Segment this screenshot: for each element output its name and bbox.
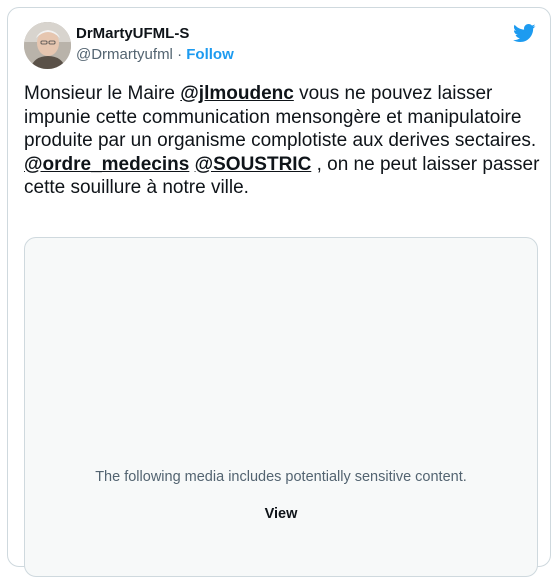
mention-soustric[interactable]: @SOUSTRIC xyxy=(195,154,312,175)
mention-ordre-medecins[interactable]: @ordre_medecins xyxy=(24,154,189,175)
avatar[interactable] xyxy=(24,22,71,69)
avatar-photo xyxy=(24,22,71,69)
follow-button[interactable]: Follow xyxy=(186,46,234,63)
mention-jlmoudenc[interactable]: @jlmoudenc xyxy=(180,83,294,104)
sensitive-media-container: The following media includes potentially… xyxy=(24,237,538,577)
twitter-bird-icon[interactable] xyxy=(513,24,536,43)
sensitive-content-warning: The following media includes potentially… xyxy=(95,469,467,485)
author-handle[interactable]: @Drmartyufml xyxy=(76,46,173,63)
view-media-button[interactable]: View xyxy=(257,504,306,524)
handle-separator: · xyxy=(177,46,183,63)
author-display-name[interactable]: DrMartyUFML-S xyxy=(76,25,189,42)
tweet-card: DrMartyUFML-S @Drmartyufml · Follow Mons… xyxy=(7,7,551,577)
tweet-text-part: Monsieur le Maire xyxy=(24,83,181,104)
tweet-text: Monsieur le Maire @jlmoudenc vous ne pou… xyxy=(24,82,540,200)
author-handle-row: @Drmartyufml · Follow xyxy=(76,46,234,63)
